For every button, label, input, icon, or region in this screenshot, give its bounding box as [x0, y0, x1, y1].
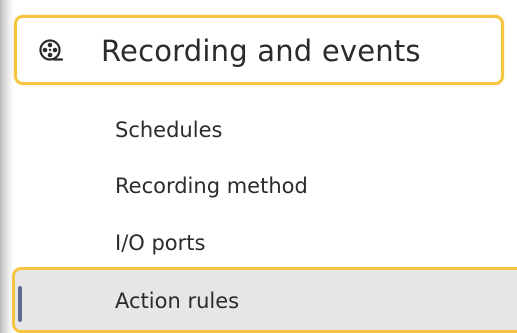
film-reel-icon [39, 39, 64, 63]
selected-indicator [18, 286, 22, 322]
menu-item-action-rules-label: Action rules [115, 289, 240, 313]
menu-item-schedules[interactable]: Schedules [115, 117, 222, 143]
menu-item-action-rules[interactable]: Action rules [12, 267, 517, 333]
section-header-recording-and-events[interactable]: Recording and events [14, 15, 504, 85]
menu-item-io-ports[interactable]: I/O ports [115, 230, 205, 256]
section-header-label: Recording and events [101, 34, 421, 68]
menu-item-recording-method[interactable]: Recording method [115, 173, 308, 199]
